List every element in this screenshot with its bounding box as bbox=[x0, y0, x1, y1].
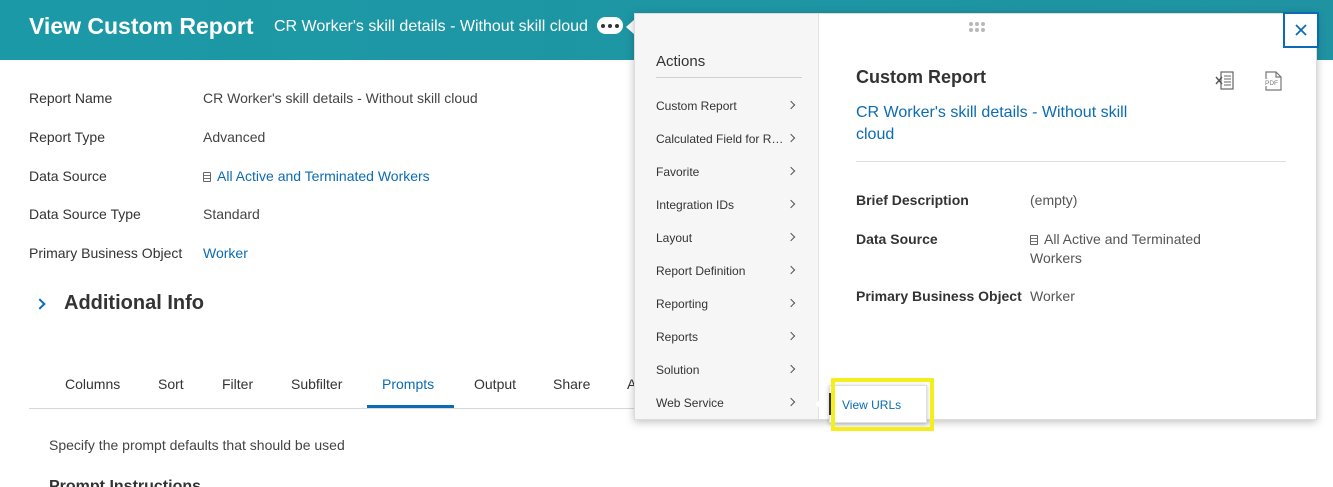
tab-columns[interactable]: Columns bbox=[65, 376, 120, 392]
chevron-right-icon bbox=[786, 133, 796, 143]
report-tabs: Columns Sort Filter Subfilter Prompts Ou… bbox=[29, 360, 636, 409]
field-label-data-source: Data Source bbox=[29, 168, 107, 184]
popup-detail-title: Custom Report bbox=[856, 67, 986, 87]
export-excel-icon[interactable] bbox=[1214, 70, 1236, 92]
chevron-right-icon bbox=[786, 265, 796, 275]
tab-sort[interactable]: Sort bbox=[158, 376, 184, 392]
active-tab-indicator bbox=[367, 405, 454, 408]
brief-description-label: Brief Description bbox=[856, 192, 969, 208]
prompt-instructions-heading: Prompt Instructions bbox=[49, 478, 202, 487]
highlight-box bbox=[831, 378, 934, 431]
chevron-right-icon bbox=[786, 100, 796, 110]
primary-business-object-link[interactable]: Worker bbox=[203, 245, 248, 261]
data-source-link-text[interactable]: All Active and Terminated Workers bbox=[217, 168, 430, 184]
chevron-right-icon bbox=[786, 199, 796, 209]
action-item-favorite[interactable]: Favorite bbox=[656, 165, 808, 179]
field-label-primary-business-object: Primary Business Object bbox=[29, 245, 183, 261]
chevron-right-icon bbox=[786, 397, 796, 407]
field-label-report-type: Report Type bbox=[29, 129, 106, 145]
popup-data-source-link[interactable]: All Active and Terminated Workers bbox=[1030, 230, 1230, 268]
action-item-reports[interactable]: Reports bbox=[656, 330, 808, 344]
field-value-report-type: Advanced bbox=[203, 129, 266, 145]
more-horizontal-icon bbox=[601, 23, 605, 28]
chevron-right-icon bbox=[786, 331, 796, 341]
chevron-right-icon bbox=[34, 297, 46, 310]
data-source-link[interactable]: All Active and Terminated Workers bbox=[203, 168, 430, 184]
action-item-calculated-field[interactable]: Calculated Field for Report bbox=[656, 132, 808, 146]
chevron-right-icon bbox=[786, 364, 796, 374]
popup-data-source-label: Data Source bbox=[856, 231, 938, 247]
brief-description-value: (empty) bbox=[1030, 192, 1078, 208]
related-actions-popup: Actions Custom Report Calculated Field f… bbox=[634, 13, 1317, 420]
action-item-custom-report[interactable]: Custom Report bbox=[656, 99, 808, 113]
page-title: View Custom Report bbox=[29, 13, 254, 39]
svg-text:PDF: PDF bbox=[1265, 80, 1278, 87]
field-label-data-source-type: Data Source Type bbox=[29, 206, 141, 222]
popup-primary-bo-link[interactable]: Worker bbox=[1030, 287, 1230, 306]
divider bbox=[856, 161, 1286, 162]
action-item-layout[interactable]: Layout bbox=[656, 231, 808, 245]
popup-primary-bo-label: Primary Business Object bbox=[856, 288, 1022, 304]
chevron-right-icon bbox=[786, 232, 796, 242]
actions-title: Actions bbox=[656, 53, 706, 70]
report-name-heading: CR Worker's skill details - Without skil… bbox=[274, 18, 588, 35]
action-item-solution[interactable]: Solution bbox=[656, 363, 808, 377]
chevron-right-icon bbox=[786, 166, 796, 176]
flyout-pointer bbox=[815, 396, 824, 412]
action-item-web-service[interactable]: Web Service bbox=[656, 396, 808, 410]
tab-prompts[interactable]: Prompts bbox=[382, 376, 434, 392]
prompts-description: Specify the prompt defaults that should … bbox=[49, 437, 345, 453]
tab-share[interactable]: Share bbox=[553, 376, 590, 392]
tab-output[interactable]: Output bbox=[474, 376, 516, 392]
field-label-report-name: Report Name bbox=[29, 90, 113, 106]
data-source-icon bbox=[203, 172, 211, 182]
popup-report-link[interactable]: CR Worker's skill details - Without skil… bbox=[856, 102, 1146, 146]
tab-filter[interactable]: Filter bbox=[222, 376, 253, 392]
related-actions-button[interactable] bbox=[597, 17, 623, 34]
actions-menu: Actions Custom Report Calculated Field f… bbox=[635, 14, 819, 419]
data-source-icon bbox=[1030, 235, 1038, 245]
tab-subfilter[interactable]: Subfilter bbox=[291, 376, 342, 392]
field-value-data-source-type: Standard bbox=[203, 206, 260, 222]
action-item-report-definition[interactable]: Report Definition bbox=[656, 264, 808, 278]
additional-info-toggle[interactable]: Additional Info bbox=[34, 292, 204, 315]
close-popup-button[interactable] bbox=[1283, 12, 1319, 48]
drag-handle-icon[interactable] bbox=[969, 22, 985, 32]
close-icon bbox=[1295, 24, 1307, 36]
divider bbox=[656, 77, 802, 78]
chevron-right-icon bbox=[786, 298, 796, 308]
action-item-reporting[interactable]: Reporting bbox=[656, 297, 808, 311]
field-value-report-name: CR Worker's skill details - Without skil… bbox=[203, 90, 478, 106]
additional-info-title: Additional Info bbox=[64, 292, 204, 314]
action-item-integration-ids[interactable]: Integration IDs bbox=[656, 198, 808, 212]
export-pdf-icon[interactable]: PDF bbox=[1262, 70, 1284, 92]
